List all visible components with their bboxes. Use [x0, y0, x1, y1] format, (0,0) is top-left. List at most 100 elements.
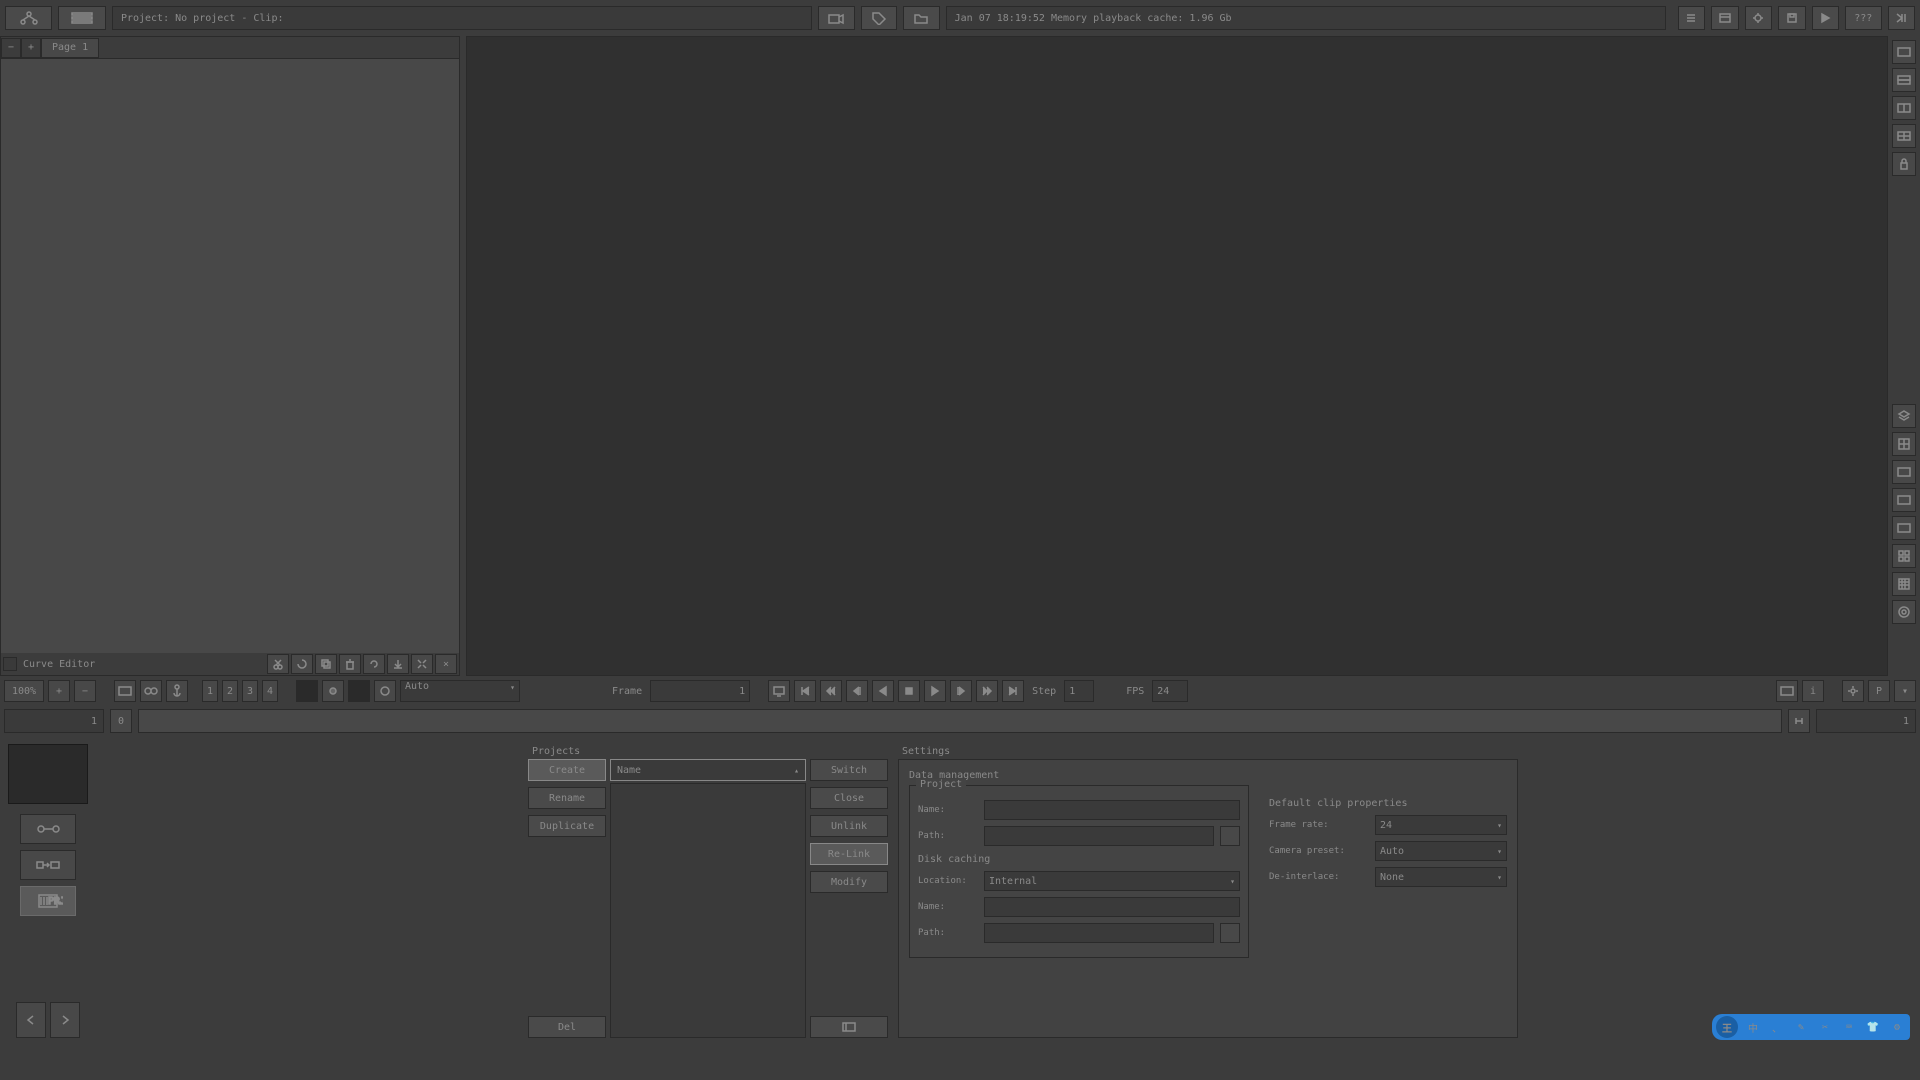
- panel-1-button[interactable]: [1776, 680, 1798, 702]
- end-frame-display[interactable]: 1: [1816, 709, 1916, 733]
- play-button[interactable]: [1812, 6, 1839, 30]
- frame-input[interactable]: [650, 680, 750, 702]
- view-3-icon[interactable]: [1892, 516, 1916, 540]
- ime-settings-icon[interactable]: ⚙: [1888, 1018, 1906, 1036]
- delete-button[interactable]: Del: [528, 1016, 606, 1038]
- project-path-input[interactable]: [984, 826, 1214, 846]
- camera-preset-dropdown[interactable]: Auto: [1375, 841, 1507, 861]
- layout-4-button[interactable]: [1892, 124, 1916, 148]
- modify-button[interactable]: Modify: [810, 871, 888, 893]
- ime-punct-button[interactable]: 、: [1768, 1018, 1786, 1036]
- close-button[interactable]: Close: [810, 787, 888, 809]
- rename-button[interactable]: Rename: [528, 787, 606, 809]
- ime-toolbar[interactable]: 王 中 、 ✎ ✂ ⌨ 👕 ⚙: [1712, 1014, 1910, 1040]
- end-marker-button[interactable]: [1788, 709, 1810, 733]
- view-1-icon[interactable]: [1892, 460, 1916, 484]
- fast-forward-button[interactable]: [976, 680, 998, 702]
- relink-button[interactable]: Re-Link: [810, 843, 888, 865]
- duplicate-button[interactable]: Duplicate: [528, 815, 606, 837]
- view-5-icon[interactable]: [1892, 572, 1916, 596]
- ime-skin-icon[interactable]: 👕: [1864, 1018, 1882, 1036]
- channel-1-button[interactable]: [296, 680, 318, 702]
- view-4-icon[interactable]: [1892, 544, 1916, 568]
- fit-button[interactable]: [114, 680, 136, 702]
- folder-button[interactable]: [903, 6, 940, 30]
- layout-2-button[interactable]: [1892, 68, 1916, 92]
- project-list[interactable]: [610, 783, 806, 1038]
- info-button[interactable]: i: [1802, 680, 1824, 702]
- view-2-icon[interactable]: [1892, 488, 1916, 512]
- tab-remove-button[interactable]: −: [1, 38, 21, 58]
- timeline-ruler[interactable]: [138, 709, 1782, 733]
- camera-button[interactable]: [818, 6, 855, 30]
- tab-add-button[interactable]: +: [21, 38, 41, 58]
- tag-button[interactable]: [861, 6, 898, 30]
- panel-button[interactable]: [1711, 6, 1738, 30]
- ime-edit-icon[interactable]: ✎: [1792, 1018, 1810, 1036]
- gear-icon[interactable]: [1842, 680, 1864, 702]
- curve-editor-toggle[interactable]: [3, 657, 17, 671]
- view-4-button[interactable]: 4: [262, 680, 278, 702]
- switch-button[interactable]: Switch: [810, 759, 888, 781]
- mode-clip-button[interactable]: [20, 850, 76, 880]
- help-button[interactable]: ???: [1845, 6, 1882, 30]
- zoom-out-button[interactable]: −: [74, 680, 96, 702]
- save-button[interactable]: [1778, 6, 1805, 30]
- rewind-button[interactable]: [820, 680, 842, 702]
- rotate-icon[interactable]: [291, 654, 313, 674]
- tab-page-1[interactable]: Page 1: [41, 38, 99, 58]
- goto-start-button[interactable]: [794, 680, 816, 702]
- mode-keyframe-button[interactable]: [20, 814, 76, 844]
- view-2-button[interactable]: 2: [222, 680, 238, 702]
- cache-path-input[interactable]: [984, 923, 1214, 943]
- zoom-display[interactable]: 100%: [4, 680, 44, 702]
- play-back-button[interactable]: [872, 680, 894, 702]
- step-back-button[interactable]: [846, 680, 868, 702]
- monitor-button[interactable]: [768, 680, 790, 702]
- node-graph-button[interactable]: [5, 6, 52, 30]
- cut-icon[interactable]: [267, 654, 289, 674]
- timeline-view-button[interactable]: [58, 6, 105, 30]
- refresh-icon[interactable]: [363, 654, 385, 674]
- zoom-in-button[interactable]: +: [48, 680, 70, 702]
- ime-logo-icon[interactable]: 王: [1716, 1016, 1738, 1038]
- expand-icon[interactable]: [411, 654, 433, 674]
- node-graph-area[interactable]: [1, 59, 459, 653]
- stop-button[interactable]: [898, 680, 920, 702]
- p-button[interactable]: P: [1868, 680, 1890, 702]
- mode-project-button[interactable]: PRJ: [20, 886, 76, 916]
- step-forward-button[interactable]: [950, 680, 972, 702]
- layer-icon[interactable]: [1892, 404, 1916, 428]
- copy-icon[interactable]: [315, 654, 337, 674]
- grid-icon[interactable]: [1892, 432, 1916, 456]
- location-dropdown[interactable]: Internal: [984, 871, 1240, 891]
- view-3-button[interactable]: 3: [242, 680, 258, 702]
- target-icon[interactable]: [1892, 600, 1916, 624]
- step-input[interactable]: [1064, 680, 1094, 702]
- ime-keyboard-icon[interactable]: ⌨: [1840, 1018, 1858, 1036]
- dropdown-button[interactable]: ▾: [1894, 680, 1916, 702]
- nav-back-button[interactable]: [16, 1002, 46, 1038]
- infinity-button[interactable]: [140, 680, 162, 702]
- ime-cut-icon[interactable]: ✂: [1816, 1018, 1834, 1036]
- display-mode-dropdown[interactable]: Auto: [400, 680, 520, 702]
- cache-path-browse-button[interactable]: [1220, 923, 1240, 943]
- lock-icon[interactable]: [1892, 152, 1916, 176]
- play-forward-button[interactable]: [924, 680, 946, 702]
- ime-lang-button[interactable]: 中: [1744, 1018, 1762, 1036]
- nav-forward-button[interactable]: [50, 1002, 80, 1038]
- layout-3-button[interactable]: [1892, 96, 1916, 120]
- start-frame-display[interactable]: 1: [4, 709, 104, 733]
- viewer-area[interactable]: [466, 36, 1888, 676]
- project-name-input[interactable]: [984, 800, 1240, 820]
- anchor-button[interactable]: [166, 680, 188, 702]
- close-panel-icon[interactable]: ×: [435, 654, 457, 674]
- layout-1-button[interactable]: [1892, 40, 1916, 64]
- goto-end-button[interactable]: [1002, 680, 1024, 702]
- trash-icon[interactable]: [339, 654, 361, 674]
- frame-rate-dropdown[interactable]: 24: [1375, 815, 1507, 835]
- project-options-button[interactable]: [810, 1016, 888, 1038]
- channel-3-button[interactable]: [348, 680, 370, 702]
- list-button[interactable]: [1678, 6, 1705, 30]
- settings-button[interactable]: [1745, 6, 1772, 30]
